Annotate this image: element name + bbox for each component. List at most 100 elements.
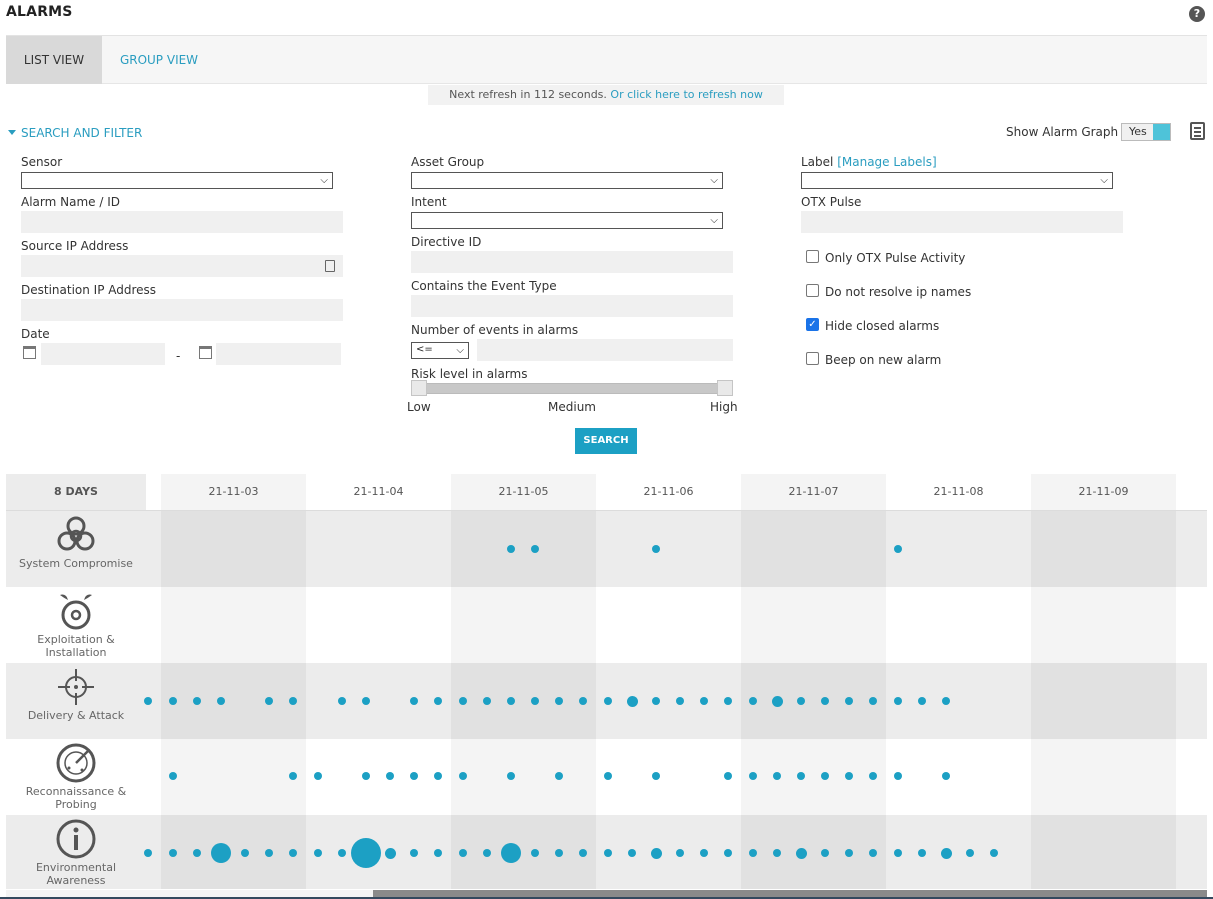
alarm-dot[interactable]: [507, 697, 515, 705]
alarm-dot[interactable]: [676, 849, 684, 857]
alarm-dot[interactable]: [773, 849, 781, 857]
alarm-dot[interactable]: [410, 849, 418, 857]
risk-level-slider[interactable]: [411, 383, 733, 394]
alarm-dot[interactable]: [652, 697, 660, 705]
alarm-dot[interactable]: [894, 849, 902, 857]
alarm-dot[interactable]: [531, 545, 539, 553]
alarm-dot[interactable]: [845, 772, 853, 780]
alarm-dot[interactable]: [869, 772, 877, 780]
alarm-dot[interactable]: [845, 697, 853, 705]
alarm-dot[interactable]: [749, 697, 757, 705]
alarm-dot[interactable]: [217, 697, 225, 705]
beep-checkbox[interactable]: [806, 352, 819, 365]
alarm-dot[interactable]: [604, 697, 612, 705]
alarm-dot[interactable]: [459, 849, 467, 857]
alarm-dot[interactable]: [990, 849, 998, 857]
alarm-dot[interactable]: [942, 772, 950, 780]
alarm-dot[interactable]: [459, 772, 467, 780]
directive-id-input[interactable]: [411, 251, 733, 273]
alarm-dot[interactable]: [894, 545, 902, 553]
alarm-dot[interactable]: [821, 697, 829, 705]
alarm-dot[interactable]: [918, 849, 926, 857]
alarm-dot[interactable]: [940, 847, 952, 859]
alarm-dot[interactable]: [338, 697, 346, 705]
alarm-dot[interactable]: [555, 697, 563, 705]
label-select[interactable]: ⌵: [801, 172, 1113, 189]
alarm-dot[interactable]: [241, 849, 249, 857]
help-icon[interactable]: ?: [1189, 6, 1205, 22]
alarm-dot[interactable]: [144, 697, 152, 705]
alarm-dot[interactable]: [942, 697, 950, 705]
alarm-dot[interactable]: [724, 697, 732, 705]
alarm-dot[interactable]: [193, 849, 201, 857]
alarm-dot[interactable]: [362, 772, 370, 780]
alarm-dot[interactable]: [652, 772, 660, 780]
tab-list-view[interactable]: LIST VIEW: [6, 36, 102, 84]
alarm-dot[interactable]: [724, 772, 732, 780]
alarm-dot[interactable]: [338, 849, 346, 857]
alarm-dot[interactable]: [501, 843, 521, 863]
alarm-dot[interactable]: [193, 697, 201, 705]
no-resolve-checkbox[interactable]: [806, 284, 819, 297]
alarm-dot[interactable]: [169, 697, 177, 705]
only-otx-checkbox[interactable]: [806, 250, 819, 263]
alarm-dot[interactable]: [169, 849, 177, 857]
alarm-dot[interactable]: [531, 849, 539, 857]
alarm-dot[interactable]: [869, 697, 877, 705]
calendar-icon[interactable]: [23, 346, 36, 359]
show-alarm-graph-toggle[interactable]: Yes: [1121, 123, 1171, 141]
alarm-dot[interactable]: [650, 847, 662, 859]
hide-closed-checkbox[interactable]: ✓: [806, 318, 819, 331]
source-ip-input[interactable]: [21, 255, 343, 277]
alarm-dot[interactable]: [434, 697, 442, 705]
alarm-dot[interactable]: [845, 849, 853, 857]
alarm-dot[interactable]: [676, 697, 684, 705]
num-events-operator-select[interactable]: <= ⌵: [411, 342, 469, 359]
num-events-input[interactable]: [477, 339, 733, 361]
otx-pulse-input[interactable]: [801, 211, 1123, 233]
alarm-dot[interactable]: [483, 697, 491, 705]
risk-slider-max-handle[interactable]: [717, 380, 733, 396]
alarm-dot[interactable]: [821, 849, 829, 857]
alarm-dot[interactable]: [169, 772, 177, 780]
intent-select[interactable]: ⌵: [411, 212, 723, 229]
alarm-dot[interactable]: [410, 772, 418, 780]
manage-labels-link[interactable]: [Manage Labels]: [837, 155, 936, 169]
destination-ip-input[interactable]: [21, 299, 343, 321]
alarm-dot[interactable]: [289, 849, 297, 857]
date-to-input[interactable]: [216, 343, 341, 365]
alarm-dot[interactable]: [507, 545, 515, 553]
alarm-dot[interactable]: [265, 849, 273, 857]
sensor-select[interactable]: ⌵: [21, 172, 333, 189]
alarm-dot[interactable]: [555, 772, 563, 780]
alarm-dot[interactable]: [604, 849, 612, 857]
alarm-dot[interactable]: [531, 697, 539, 705]
alarm-dot[interactable]: [749, 849, 757, 857]
alarm-dot[interactable]: [483, 849, 491, 857]
alarm-dot[interactable]: [821, 772, 829, 780]
alarm-dot[interactable]: [351, 838, 381, 868]
alarm-dot[interactable]: [894, 697, 902, 705]
risk-slider-min-handle[interactable]: [411, 380, 427, 396]
alarm-dot[interactable]: [771, 695, 783, 707]
event-type-input[interactable]: [411, 295, 733, 317]
alarm-dot[interactable]: [869, 849, 877, 857]
alarm-dot[interactable]: [628, 849, 636, 857]
alarm-dot[interactable]: [314, 772, 322, 780]
date-from-input[interactable]: [41, 343, 165, 365]
alarm-dot[interactable]: [700, 697, 708, 705]
alarm-dot[interactable]: [579, 697, 587, 705]
alarm-dot[interactable]: [410, 697, 418, 705]
alarm-name-input[interactable]: [21, 211, 343, 233]
alarm-dot[interactable]: [507, 772, 515, 780]
alarm-dot[interactable]: [724, 849, 732, 857]
alarm-dot[interactable]: [459, 697, 467, 705]
alarm-dot[interactable]: [894, 772, 902, 780]
alarm-dot[interactable]: [700, 849, 708, 857]
report-icon[interactable]: [1190, 122, 1205, 140]
alarm-dot[interactable]: [797, 772, 805, 780]
alarm-dot[interactable]: [749, 772, 757, 780]
alarm-dot[interactable]: [434, 772, 442, 780]
alarm-dot[interactable]: [289, 697, 297, 705]
search-filter-toggle[interactable]: SEARCH AND FILTER: [8, 126, 142, 140]
